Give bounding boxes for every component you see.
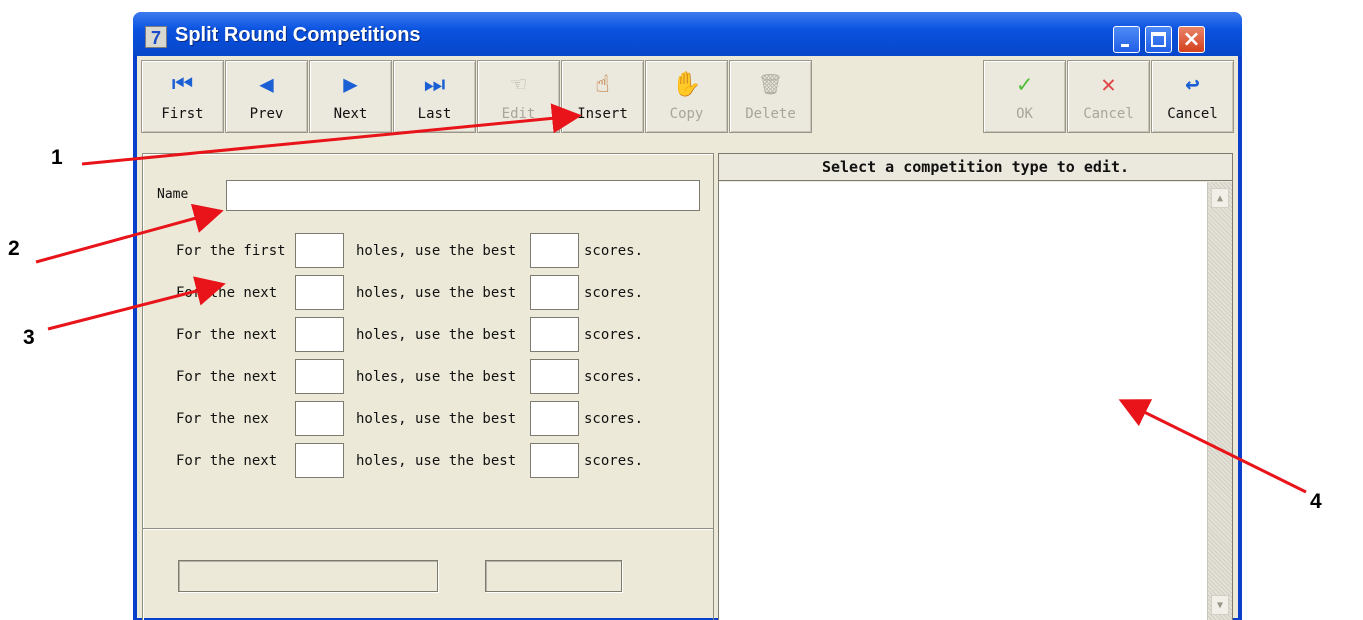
annotation-arrows <box>35 103 1307 494</box>
annotation-label-1: 1 <box>51 146 63 169</box>
annotation-arrow-3 <box>47 276 226 331</box>
annotation-label-4: 4 <box>1310 490 1322 513</box>
annotation-arrow-1 <box>81 103 582 166</box>
annotation-label-2: 2 <box>8 237 20 260</box>
annotation-label-3: 3 <box>23 326 35 349</box>
annotation-arrow-2 <box>35 203 224 264</box>
annotation-arrow-4 <box>1118 399 1307 494</box>
